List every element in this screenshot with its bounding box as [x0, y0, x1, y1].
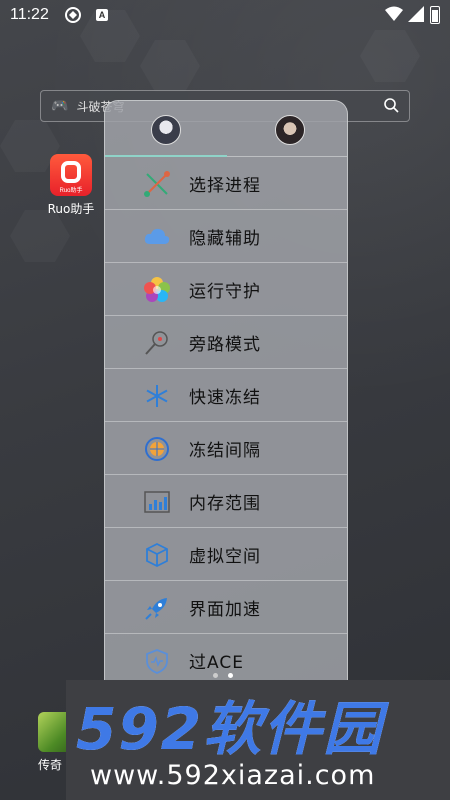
menu-item-select-process[interactable]: 选择进程	[105, 157, 347, 210]
status-bar: 11:22 A	[0, 0, 450, 32]
menu-label: 过ACE	[189, 652, 244, 673]
shield-icon	[146, 649, 168, 674]
gamepad-icon: 🎮	[51, 98, 69, 114]
menu-label: 快速冻结	[189, 387, 261, 408]
interval-icon	[145, 437, 169, 461]
signal-icon	[408, 6, 424, 22]
cube-icon	[146, 542, 168, 568]
menu-label: 虚拟空间	[189, 546, 261, 567]
wallpaper-hex	[140, 40, 200, 92]
cloud-icon	[144, 228, 170, 244]
page-dot-active[interactable]	[228, 673, 233, 678]
memory-chart-icon	[144, 491, 170, 513]
watermark-url: www.592xiazai.com	[90, 760, 376, 791]
app-ruo-assistant[interactable]: Ruo助手 Ruo助手	[41, 154, 101, 217]
menu-item-virtual-space[interactable]: 虚拟空间	[105, 528, 347, 581]
menu-label: 内存范围	[189, 493, 261, 514]
page-indicator	[213, 673, 233, 678]
magnifier-icon	[145, 331, 168, 355]
select-process-icon	[144, 171, 170, 197]
app-notification-icon	[65, 7, 81, 23]
search-icon[interactable]	[383, 97, 399, 113]
menu-list: 选择进程 隐藏辅助 运行守护 旁路模式 快速冻结 冻结间隔 内存范围 虚拟空间 …	[105, 157, 347, 687]
rocket-icon	[145, 598, 167, 620]
app-label: Ruo助手	[47, 202, 95, 216]
flower-icon	[144, 277, 170, 302]
snowflake-icon	[146, 385, 168, 407]
menu-item-run-guard[interactable]: 运行守护	[105, 263, 347, 316]
keyboard-notification-icon: A	[96, 9, 108, 21]
ruo-app-icon: Ruo助手	[50, 154, 92, 196]
watermark-brand: 592软件园	[76, 695, 384, 763]
menu-item-memory-range[interactable]: 内存范围	[105, 475, 347, 528]
tab-avatar-2[interactable]	[275, 115, 305, 145]
menu-label: 选择进程	[189, 175, 261, 196]
menu-label: 冻结间隔	[189, 440, 261, 461]
menu-label: 界面加速	[189, 599, 261, 620]
menu-item-hide-assistant[interactable]: 隐藏辅助	[105, 210, 347, 263]
wifi-icon	[385, 6, 403, 21]
panel-tabs	[105, 101, 347, 157]
menu-item-ui-acceleration[interactable]: 界面加速	[105, 581, 347, 634]
menu-label: 运行守护	[189, 281, 261, 302]
menu-item-freeze-interval[interactable]: 冻结间隔	[105, 422, 347, 475]
menu-label: 隐藏辅助	[189, 228, 261, 249]
menu-item-quick-freeze[interactable]: 快速冻结	[105, 369, 347, 422]
battery-icon	[430, 6, 440, 24]
menu-item-bypass-mode[interactable]: 旁路模式	[105, 316, 347, 369]
tab-avatar-1[interactable]	[151, 115, 181, 145]
wallpaper-hex	[360, 30, 420, 82]
menu-label: 旁路模式	[189, 334, 261, 355]
wallpaper-hex	[10, 210, 70, 262]
page-dot[interactable]	[213, 673, 218, 678]
watermark-banner: 592软件园 www.592xiazai.com	[66, 680, 450, 800]
floating-menu-panel: 选择进程 隐藏辅助 运行守护 旁路模式 快速冻结 冻结间隔 内存范围 虚拟空间 …	[104, 100, 348, 702]
status-time: 11:22	[10, 6, 49, 23]
